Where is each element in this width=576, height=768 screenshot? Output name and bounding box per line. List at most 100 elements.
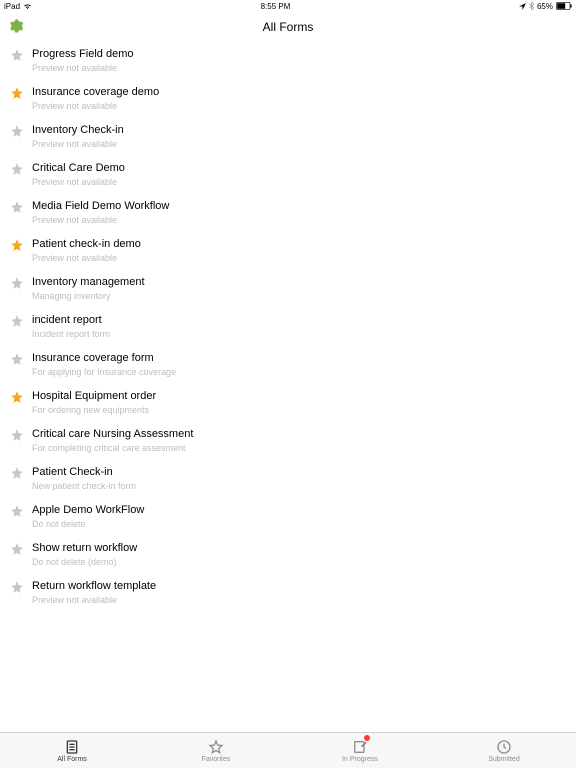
status-left: iPad	[4, 2, 32, 11]
list-item-subtitle: Preview not available	[32, 595, 156, 607]
favorite-toggle[interactable]	[10, 276, 26, 292]
status-right: 65%	[519, 2, 572, 11]
favorite-toggle[interactable]	[10, 238, 26, 254]
list-item-text: Insurance coverage form For applying for …	[32, 351, 176, 379]
bluetooth-icon	[529, 2, 534, 10]
carrier-label: iPad	[4, 2, 20, 11]
list-item[interactable]: Insurance coverage form For applying for …	[0, 346, 576, 384]
list-item-text: Inventory management Managing inventory	[32, 275, 145, 303]
list-item-subtitle: Do not delete	[32, 519, 144, 531]
star-icon	[10, 276, 24, 290]
star-icon	[10, 48, 24, 62]
list-item[interactable]: Progress Field demoPreview not available	[0, 42, 576, 80]
list-item-text: Inventory Check-in Preview not available	[32, 123, 124, 151]
nav-bar: All Forms	[0, 12, 576, 42]
list-item-subtitle: Do not delete (demo)	[32, 557, 137, 569]
list-item[interactable]: Media Field Demo Workflow Preview not ava…	[0, 194, 576, 232]
page-title: All Forms	[263, 20, 314, 34]
tab-label: Submitted	[488, 756, 520, 763]
list-item-title: Media Field Demo Workflow	[32, 199, 169, 213]
star-icon	[10, 580, 24, 594]
list-item[interactable]: Inventory management Managing inventory	[0, 270, 576, 308]
list-item-title: Insurance coverage form	[32, 351, 176, 365]
tab-label: Favorites	[202, 756, 231, 763]
star-icon	[10, 162, 24, 176]
list-item-subtitle: For ordering new equipments	[32, 405, 156, 417]
favorite-toggle[interactable]	[10, 352, 26, 368]
favorite-toggle[interactable]	[10, 314, 26, 330]
list-item-title: Critical care Nursing Assessment	[32, 427, 193, 441]
list-item-subtitle: Preview not available	[32, 101, 159, 113]
tab-favorites[interactable]: Favorites	[144, 733, 288, 768]
location-icon	[519, 3, 526, 10]
star-icon	[10, 86, 24, 100]
favorite-toggle[interactable]	[10, 200, 26, 216]
list-item-subtitle: Preview not available	[32, 215, 169, 227]
star-icon	[10, 504, 24, 518]
star-icon	[10, 428, 24, 442]
star-icon	[10, 200, 24, 214]
list-item-text: Show return workflow Do not delete (demo)	[32, 541, 137, 569]
favorite-toggle[interactable]	[10, 466, 26, 482]
settings-button[interactable]	[8, 18, 24, 39]
list-item-subtitle: Managing inventory	[32, 291, 145, 303]
favorite-toggle[interactable]	[10, 390, 26, 406]
favorite-toggle[interactable]	[10, 162, 26, 178]
list-item[interactable]: Patient check-in demoPreview not availab…	[0, 232, 576, 270]
favorite-toggle[interactable]	[10, 86, 26, 102]
list-item-title: Return workflow template	[32, 579, 156, 593]
list-item-subtitle: For applying for Insurance coverage	[32, 367, 176, 379]
clock-icon	[496, 739, 512, 755]
list-item-text: Media Field Demo Workflow Preview not ava…	[32, 199, 169, 227]
list-item-text: Insurance coverage demoPreview not avail…	[32, 85, 159, 113]
list-item[interactable]: incident report Incident report form	[0, 308, 576, 346]
list-item[interactable]: Patient Check-in New patient check-in for…	[0, 460, 576, 498]
battery-percent: 65%	[537, 2, 553, 11]
star-icon	[10, 466, 24, 480]
list-item-text: Critical care Nursing Assessment For comp…	[32, 427, 193, 455]
list-item-title: Patient Check-in	[32, 465, 136, 479]
tab-label: All Forms	[57, 756, 87, 763]
gear-icon	[8, 18, 24, 34]
list-item-subtitle: Preview not available	[32, 139, 124, 151]
list-item-title: Inventory management	[32, 275, 145, 289]
favorite-toggle[interactable]	[10, 580, 26, 596]
star-icon	[208, 739, 224, 755]
star-icon	[10, 390, 24, 404]
list-item-subtitle: For completing critical care assesment	[32, 443, 193, 455]
list-item-text: Hospital Equipment orderFor ordering new…	[32, 389, 156, 417]
favorite-toggle[interactable]	[10, 428, 26, 444]
list-item-title: Show return workflow	[32, 541, 137, 555]
list-item-text: Apple Demo WorkFlowDo not delete	[32, 503, 144, 531]
list-item-subtitle: Incident report form	[32, 329, 110, 341]
tab-label: In Progress	[342, 756, 378, 763]
list-item-title: Inventory Check-in	[32, 123, 124, 137]
list-item[interactable]: Return workflow template Preview not avai…	[0, 574, 576, 612]
list-item-text: incident report Incident report form	[32, 313, 110, 341]
list-item-title: Critical Care Demo	[32, 161, 125, 175]
favorite-toggle[interactable]	[10, 124, 26, 140]
tab-all-forms[interactable]: All Forms	[0, 733, 144, 768]
list-item-title: incident report	[32, 313, 110, 327]
favorite-toggle[interactable]	[10, 48, 26, 64]
list-item[interactable]: Hospital Equipment orderFor ordering new…	[0, 384, 576, 422]
list-item-text: Patient check-in demoPreview not availab…	[32, 237, 141, 265]
list-item[interactable]: Insurance coverage demoPreview not avail…	[0, 80, 576, 118]
favorite-toggle[interactable]	[10, 542, 26, 558]
tab-in-progress[interactable]: In Progress	[288, 733, 432, 768]
star-icon	[10, 238, 24, 252]
list-item[interactable]: Critical care Nursing Assessment For comp…	[0, 422, 576, 460]
list-item-subtitle: New patient check-in form	[32, 481, 136, 493]
star-icon	[10, 314, 24, 328]
list-item[interactable]: Apple Demo WorkFlowDo not delete	[0, 498, 576, 536]
list-item-title: Patient check-in demo	[32, 237, 141, 251]
favorite-toggle[interactable]	[10, 504, 26, 520]
list-icon	[64, 739, 80, 755]
star-icon	[10, 542, 24, 556]
list-item[interactable]: Critical Care DemoPreview not available	[0, 156, 576, 194]
forms-list: Progress Field demoPreview not available…	[0, 42, 576, 612]
list-item[interactable]: Show return workflow Do not delete (demo)	[0, 536, 576, 574]
tab-submitted[interactable]: Submitted	[432, 733, 576, 768]
list-item[interactable]: Inventory Check-in Preview not available	[0, 118, 576, 156]
tab-icon	[64, 739, 80, 755]
